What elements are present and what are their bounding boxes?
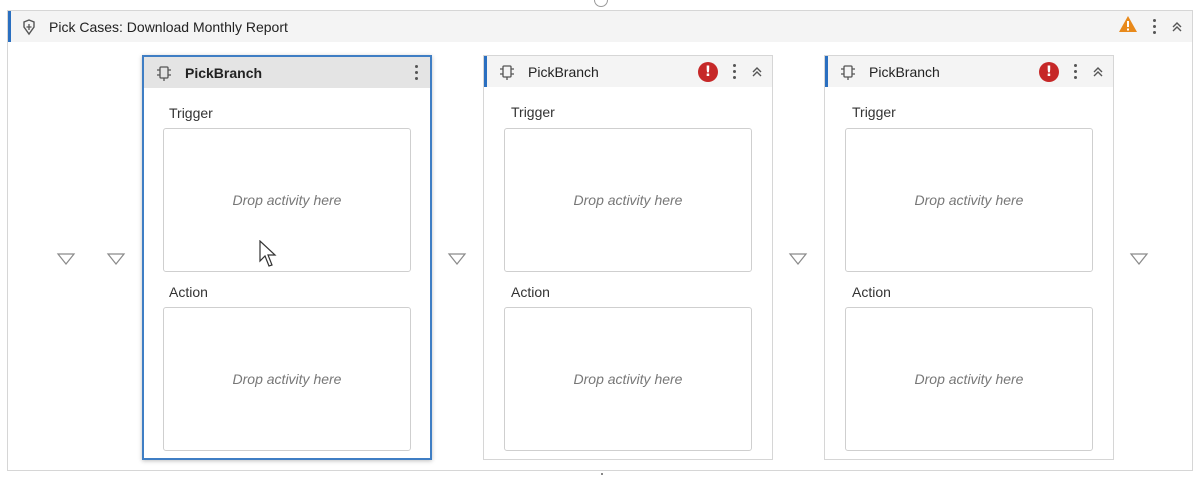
more-options-icon[interactable] [410,63,422,83]
action-drop-zone[interactable]: Drop activity here [845,307,1093,451]
trigger-drop-zone[interactable]: Drop activity here [845,128,1093,272]
error-icon[interactable]: ! [698,61,718,82]
more-options-icon[interactable] [1069,62,1081,82]
trigger-label: Trigger [511,104,555,120]
trigger-drop-zone[interactable]: Drop activity here [504,128,752,272]
pick-branch-title: PickBranch [869,63,940,80]
action-label: Action [169,284,208,300]
pick-branch-icon [498,63,516,81]
pick-branch-icon [839,63,857,81]
more-options-icon[interactable] [728,62,740,82]
action-label: Action [511,284,550,300]
pick-branch-card[interactable]: PickBranch Trigger Drop activity here Ac… [142,55,432,460]
pick-activity-header[interactable]: Pick Cases: Download Monthly Report [8,11,1192,42]
pick-activity-icon [20,18,38,36]
insert-branch-arrow-icon[interactable] [56,252,76,266]
pick-branch-header[interactable]: PickBranch [144,57,430,88]
top-connector-handle[interactable] [594,0,608,7]
collapse-chevron-icon[interactable] [1170,19,1184,35]
trigger-label: Trigger [852,104,896,120]
trigger-label: Trigger [169,105,213,121]
bottom-connector-dot [601,473,603,475]
pick-branch-header[interactable]: PickBranch ! [484,56,772,87]
pick-branch-title: PickBranch [185,64,263,81]
insert-branch-arrow-icon[interactable] [447,252,467,266]
pick-branch-title: PickBranch [528,63,599,80]
action-drop-zone[interactable]: Drop activity here [163,307,411,451]
pick-branch-card[interactable]: PickBranch ! Trigger Drop activity here … [824,55,1114,460]
pick-branch-header[interactable]: PickBranch ! [825,56,1113,87]
insert-branch-arrow-icon[interactable] [106,252,126,266]
collapse-chevron-icon[interactable] [1091,64,1105,80]
pick-branch-icon [155,64,173,82]
trigger-drop-zone[interactable]: Drop activity here [163,128,411,272]
error-icon[interactable]: ! [1039,61,1059,82]
pick-activity-title: Pick Cases: Download Monthly Report [49,18,288,35]
collapse-chevron-icon[interactable] [750,64,764,80]
action-label: Action [852,284,891,300]
pick-branch-card[interactable]: PickBranch ! Trigger Drop activity here … [483,55,773,460]
warning-triangle-icon[interactable] [1118,15,1138,38]
action-drop-zone[interactable]: Drop activity here [504,307,752,451]
more-options-icon[interactable] [1148,17,1160,37]
insert-branch-arrow-icon[interactable] [788,252,808,266]
insert-branch-arrow-icon[interactable] [1129,252,1149,266]
